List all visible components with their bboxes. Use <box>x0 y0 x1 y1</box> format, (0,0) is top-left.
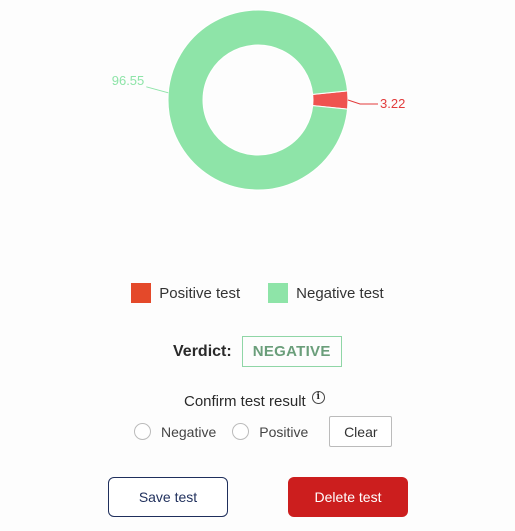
confirm-options: Negative Positive Clear <box>134 416 393 447</box>
data-label-positive: 3.22 <box>380 96 405 111</box>
save-test-button[interactable]: Save test <box>108 477 228 517</box>
legend-item-positive[interactable]: Positive test <box>131 283 240 303</box>
verdict-label: Verdict: <box>173 342 232 360</box>
clear-button[interactable]: Clear <box>329 416 393 447</box>
test-result-page: 3.22 96.55 Positive test Negative test Ve… <box>0 0 515 531</box>
radio-positive-label[interactable]: Positive <box>259 424 308 440</box>
legend-swatch-positive <box>131 283 152 303</box>
donut-chart: 3.22 96.55 <box>112 9 405 191</box>
data-label-negative: 96.55 <box>112 73 145 88</box>
verdict-badge: NEGATIVE <box>241 336 342 367</box>
label-line-negative <box>146 86 169 94</box>
radio-negative[interactable] <box>134 423 151 440</box>
label-line-positive <box>347 99 378 105</box>
confirm-title: Confirm test result i <box>184 391 325 410</box>
legend-swatch-negative <box>268 283 289 303</box>
legend-label-positive: Positive test <box>159 284 241 302</box>
legend-label-negative: Negative test <box>296 284 384 302</box>
radio-negative-label[interactable]: Negative <box>161 424 216 440</box>
delete-test-button[interactable]: Delete test <box>288 477 408 517</box>
confirm-title-text: Confirm test result <box>184 393 306 410</box>
radio-positive[interactable] <box>232 423 250 440</box>
verdict: Verdict: NEGATIVE <box>173 336 342 367</box>
chart-legend: Positive test Negative test <box>0 283 515 303</box>
legend-item-negative[interactable]: Negative test <box>268 283 384 303</box>
info-icon[interactable]: i <box>311 391 325 404</box>
